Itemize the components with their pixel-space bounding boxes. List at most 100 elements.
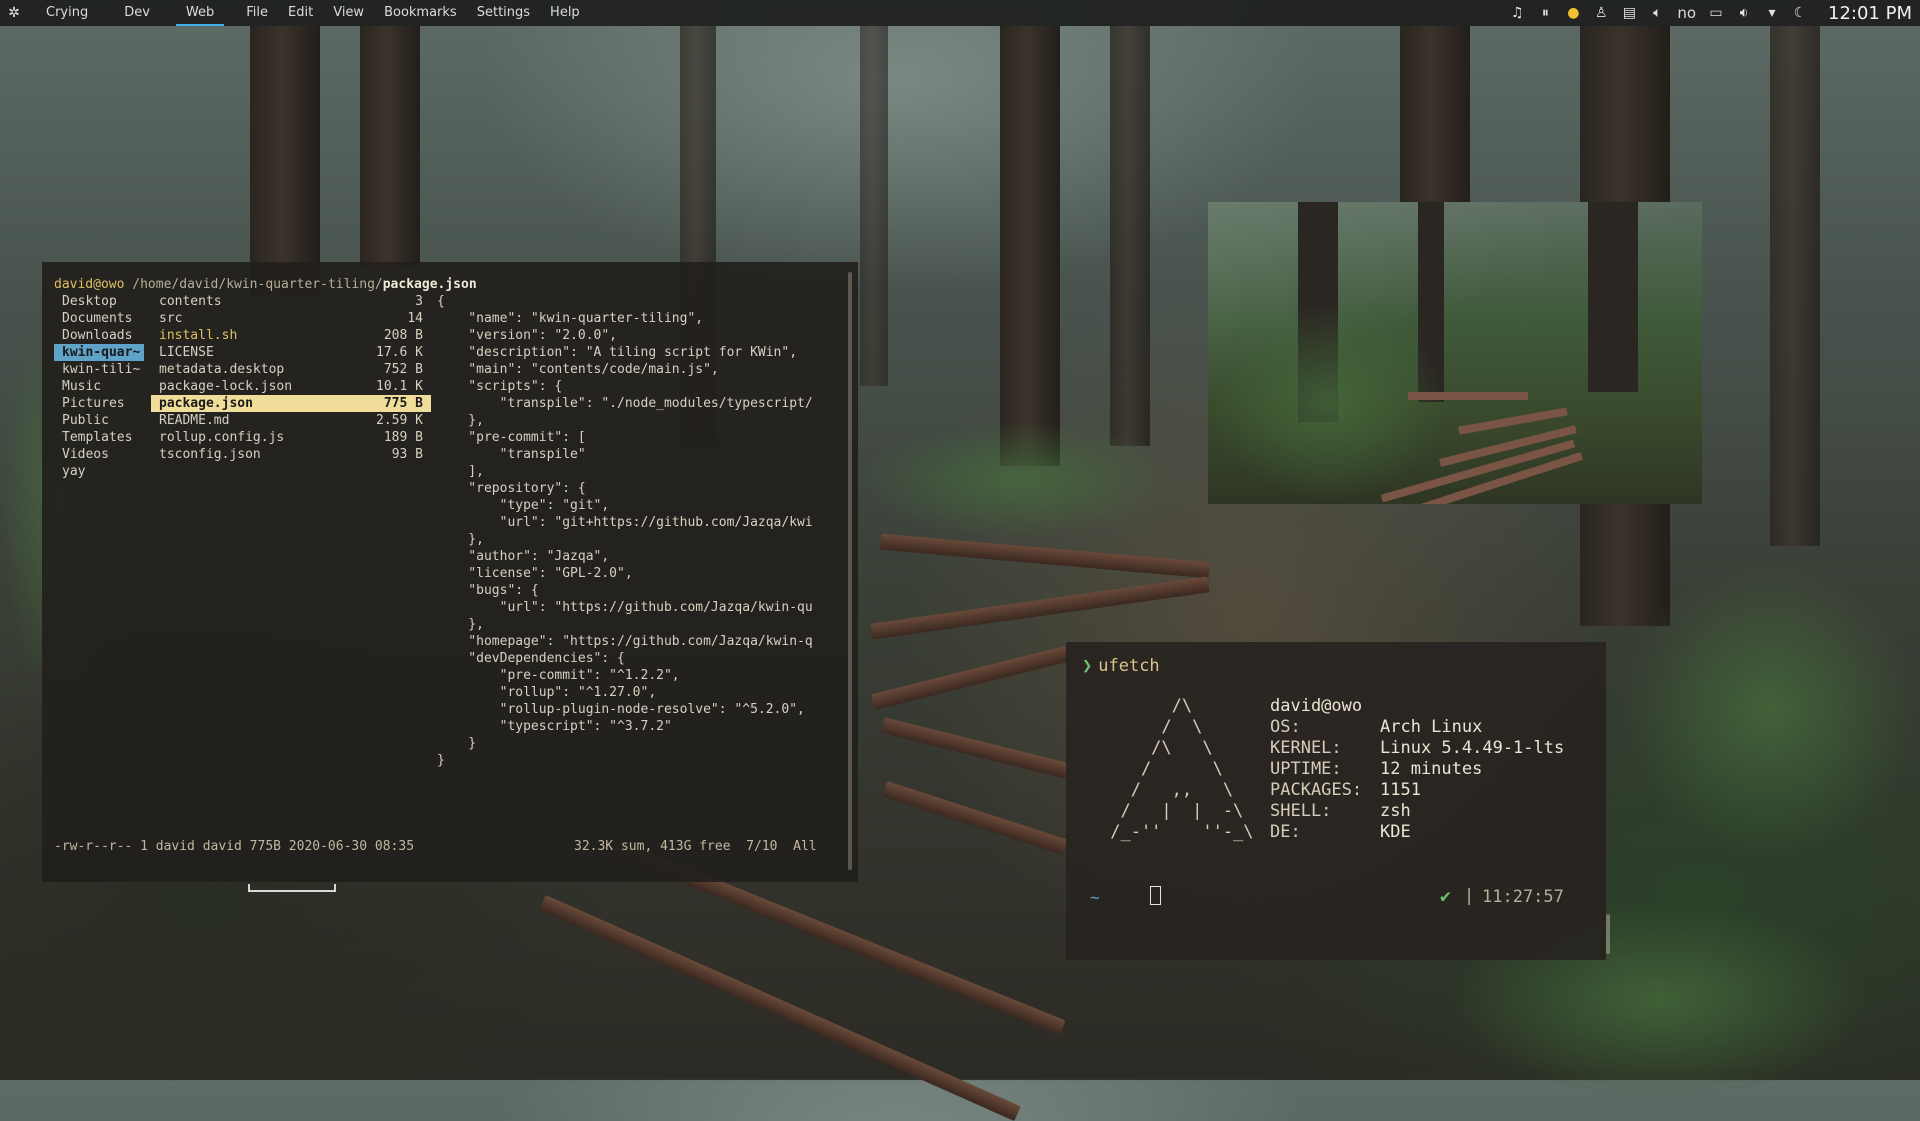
file-size: 189 B xyxy=(383,430,423,445)
keyboard-layout-indicator[interactable]: no xyxy=(1671,4,1702,22)
system-tray: ♫ ⏸ ● ♙ ▤ 🔈︎ no ▭ 🔉︎ ▾ ☾ 12:01 PM xyxy=(1503,0,1920,26)
file-size: 752 B xyxy=(383,362,423,377)
parent-dir-item[interactable]: Documents xyxy=(54,310,144,327)
info-rows: OS: Arch Linux KERNEL: Linux 5.4.49-1-lts UP… xyxy=(1270,717,1564,843)
clipboard-icon[interactable]: ▤ xyxy=(1615,5,1643,21)
fern xyxy=(1620,560,1920,860)
text-cursor[interactable] xyxy=(1150,886,1161,905)
menu-edit[interactable]: Edit xyxy=(278,0,323,26)
file-item[interactable]: src 14 xyxy=(151,310,431,327)
preview-line: } xyxy=(437,753,445,768)
tree-trunk xyxy=(860,26,888,386)
parent-dir-item[interactable]: Downloads xyxy=(54,327,144,344)
info-key: OS: xyxy=(1270,717,1301,737)
file-permissions-status: -rw-r--r-- 1 david david 775B 2020-06-30… xyxy=(54,839,415,854)
file-name: tsconfig.json xyxy=(159,447,261,462)
weather-icon[interactable]: ● xyxy=(1559,5,1587,21)
desktop-tab-web[interactable]: Web xyxy=(168,0,232,26)
file-item[interactable]: README.md 2.59 K xyxy=(151,412,431,429)
pause-icon[interactable]: ⏸ xyxy=(1531,5,1559,21)
menu-settings[interactable]: Settings xyxy=(467,0,540,26)
stair-step xyxy=(871,646,1069,710)
parent-dir-item[interactable]: Videos xyxy=(54,446,144,463)
file-name: package-lock.json xyxy=(159,379,293,394)
menu-bookmarks[interactable]: Bookmarks xyxy=(374,0,467,26)
night-color-icon[interactable]: ☾ xyxy=(1786,5,1814,21)
preview-line: "devDependencies": { xyxy=(437,651,625,666)
file-item[interactable]: package.json 775 B xyxy=(151,395,431,412)
file-manager-terminal[interactable]: david@owo /home/david/kwin-quarter-tilin… xyxy=(42,262,858,882)
virtual-desktops: Crying Dev Web xyxy=(28,0,232,26)
audio-icon[interactable]: 🔉︎ xyxy=(1730,5,1758,21)
file-item[interactable]: install.sh 208 B xyxy=(151,327,431,344)
preview-line: "transpile": "./node_modules/typescript/ xyxy=(437,396,813,411)
preview-line: "description": "A tiling script for KWin… xyxy=(437,345,798,360)
parent-dir-item[interactable]: Public xyxy=(54,412,144,429)
user-host: david@owo xyxy=(1270,696,1363,716)
info-value: 1151 xyxy=(1380,780,1421,800)
info-value: Linux 5.4.49-1-lts xyxy=(1380,738,1565,758)
parent-dir-item[interactable]: kwin-tili~ xyxy=(54,361,144,378)
info-key: SHELL: xyxy=(1270,801,1332,821)
menu-file[interactable]: File xyxy=(236,0,278,26)
file-size: 17.6 K xyxy=(376,345,423,360)
preview-line: "pre-commit": [ xyxy=(437,430,586,445)
info-row-kernel: KERNEL: Linux 5.4.49-1-lts xyxy=(1270,738,1564,759)
file-preview: { "name": "kwin-quarter-tiling", "versio… xyxy=(437,293,837,769)
parent-dir-item[interactable]: kwin-quar~ xyxy=(54,344,144,361)
tree-trunk xyxy=(360,26,420,266)
file-item[interactable]: metadata.desktop 752 B xyxy=(151,361,431,378)
file-item[interactable]: LICENSE 17.6 K xyxy=(151,344,431,361)
user-icon[interactable]: ♙ xyxy=(1587,5,1615,21)
window-tab-indicator xyxy=(248,884,336,892)
notifications-icon[interactable]: ♫ xyxy=(1503,5,1531,21)
clock[interactable]: 12:01 PM xyxy=(1814,3,1920,24)
top-panel: ✲ Crying Dev Web File Edit View Bookmarks Sett… xyxy=(0,0,1920,26)
expand-tray-icon[interactable]: ▾ xyxy=(1758,5,1786,21)
desktop-tab-dev[interactable]: Dev xyxy=(106,0,168,26)
stair-step xyxy=(879,533,1211,579)
parent-dir-item[interactable]: Desktop xyxy=(54,293,144,310)
tree-trunk xyxy=(1000,26,1060,466)
file-item[interactable]: package-lock.json 10.1 K xyxy=(151,378,431,395)
file-name: README.md xyxy=(159,413,230,428)
parent-dir-item[interactable]: yay xyxy=(54,463,144,480)
file-item[interactable]: tsconfig.json 93 B xyxy=(151,446,431,463)
preview-line: "license": "GPL-2.0", xyxy=(437,566,633,581)
info-key: DE: xyxy=(1270,822,1301,842)
preview-line: "repository": { xyxy=(437,481,586,496)
preview-line: "url": "https://github.com/Jazqa/kwin-qu xyxy=(437,600,813,615)
file-name: install.sh xyxy=(159,328,238,343)
current-path: david@owo /home/david/kwin-quarter-tilin… xyxy=(54,276,477,293)
stair-step xyxy=(882,781,1068,855)
file-item[interactable]: contents 3 xyxy=(151,293,431,310)
ufetch-terminal[interactable]: ❯ ufetch /\ / \ /\ \ / \ / ,, \ / | | -\ … xyxy=(1066,642,1610,960)
preview-line: "homepage": "https://github.com/Jazqa/kw… xyxy=(437,634,813,649)
tree-trunk xyxy=(1588,202,1638,392)
desktop-tab-crying[interactable]: Crying xyxy=(28,0,106,26)
menu-view[interactable]: View xyxy=(323,0,374,26)
scrollbar[interactable] xyxy=(848,272,852,870)
parent-dir-item[interactable]: Templates xyxy=(54,429,144,446)
stair-step xyxy=(539,894,1021,1121)
parent-dir-item[interactable]: Pictures xyxy=(54,395,144,412)
preview-line: } xyxy=(437,736,477,751)
display-icon[interactable]: ▭ xyxy=(1702,5,1730,21)
prompt-time: 11:27:57 xyxy=(1482,887,1564,907)
tree-trunk xyxy=(1770,26,1820,546)
preview-line: "name": "kwin-quarter-tiling", xyxy=(437,311,704,326)
menu-help[interactable]: Help xyxy=(540,0,590,26)
preview-line: "type": "git", xyxy=(437,498,610,513)
file-item[interactable]: rollup.config.js 189 B xyxy=(151,429,431,446)
scrollbar[interactable] xyxy=(1606,914,1610,954)
parent-dir-item[interactable]: Music xyxy=(54,378,144,395)
info-value: zsh xyxy=(1380,801,1411,821)
kde-icon[interactable]: ✲ xyxy=(0,5,28,21)
stair-step xyxy=(870,576,1210,640)
command-prompt: ❯ ufetch xyxy=(1082,656,1160,676)
prompt-arrow-icon: ❯ xyxy=(1082,656,1093,676)
volume-icon[interactable]: 🔈︎ xyxy=(1643,5,1671,21)
file-size: 2.59 K xyxy=(376,413,423,428)
directory-summary-status: 32.3K sum, 413G free 7/10 All xyxy=(574,839,817,854)
command-text: ufetch xyxy=(1098,656,1160,676)
